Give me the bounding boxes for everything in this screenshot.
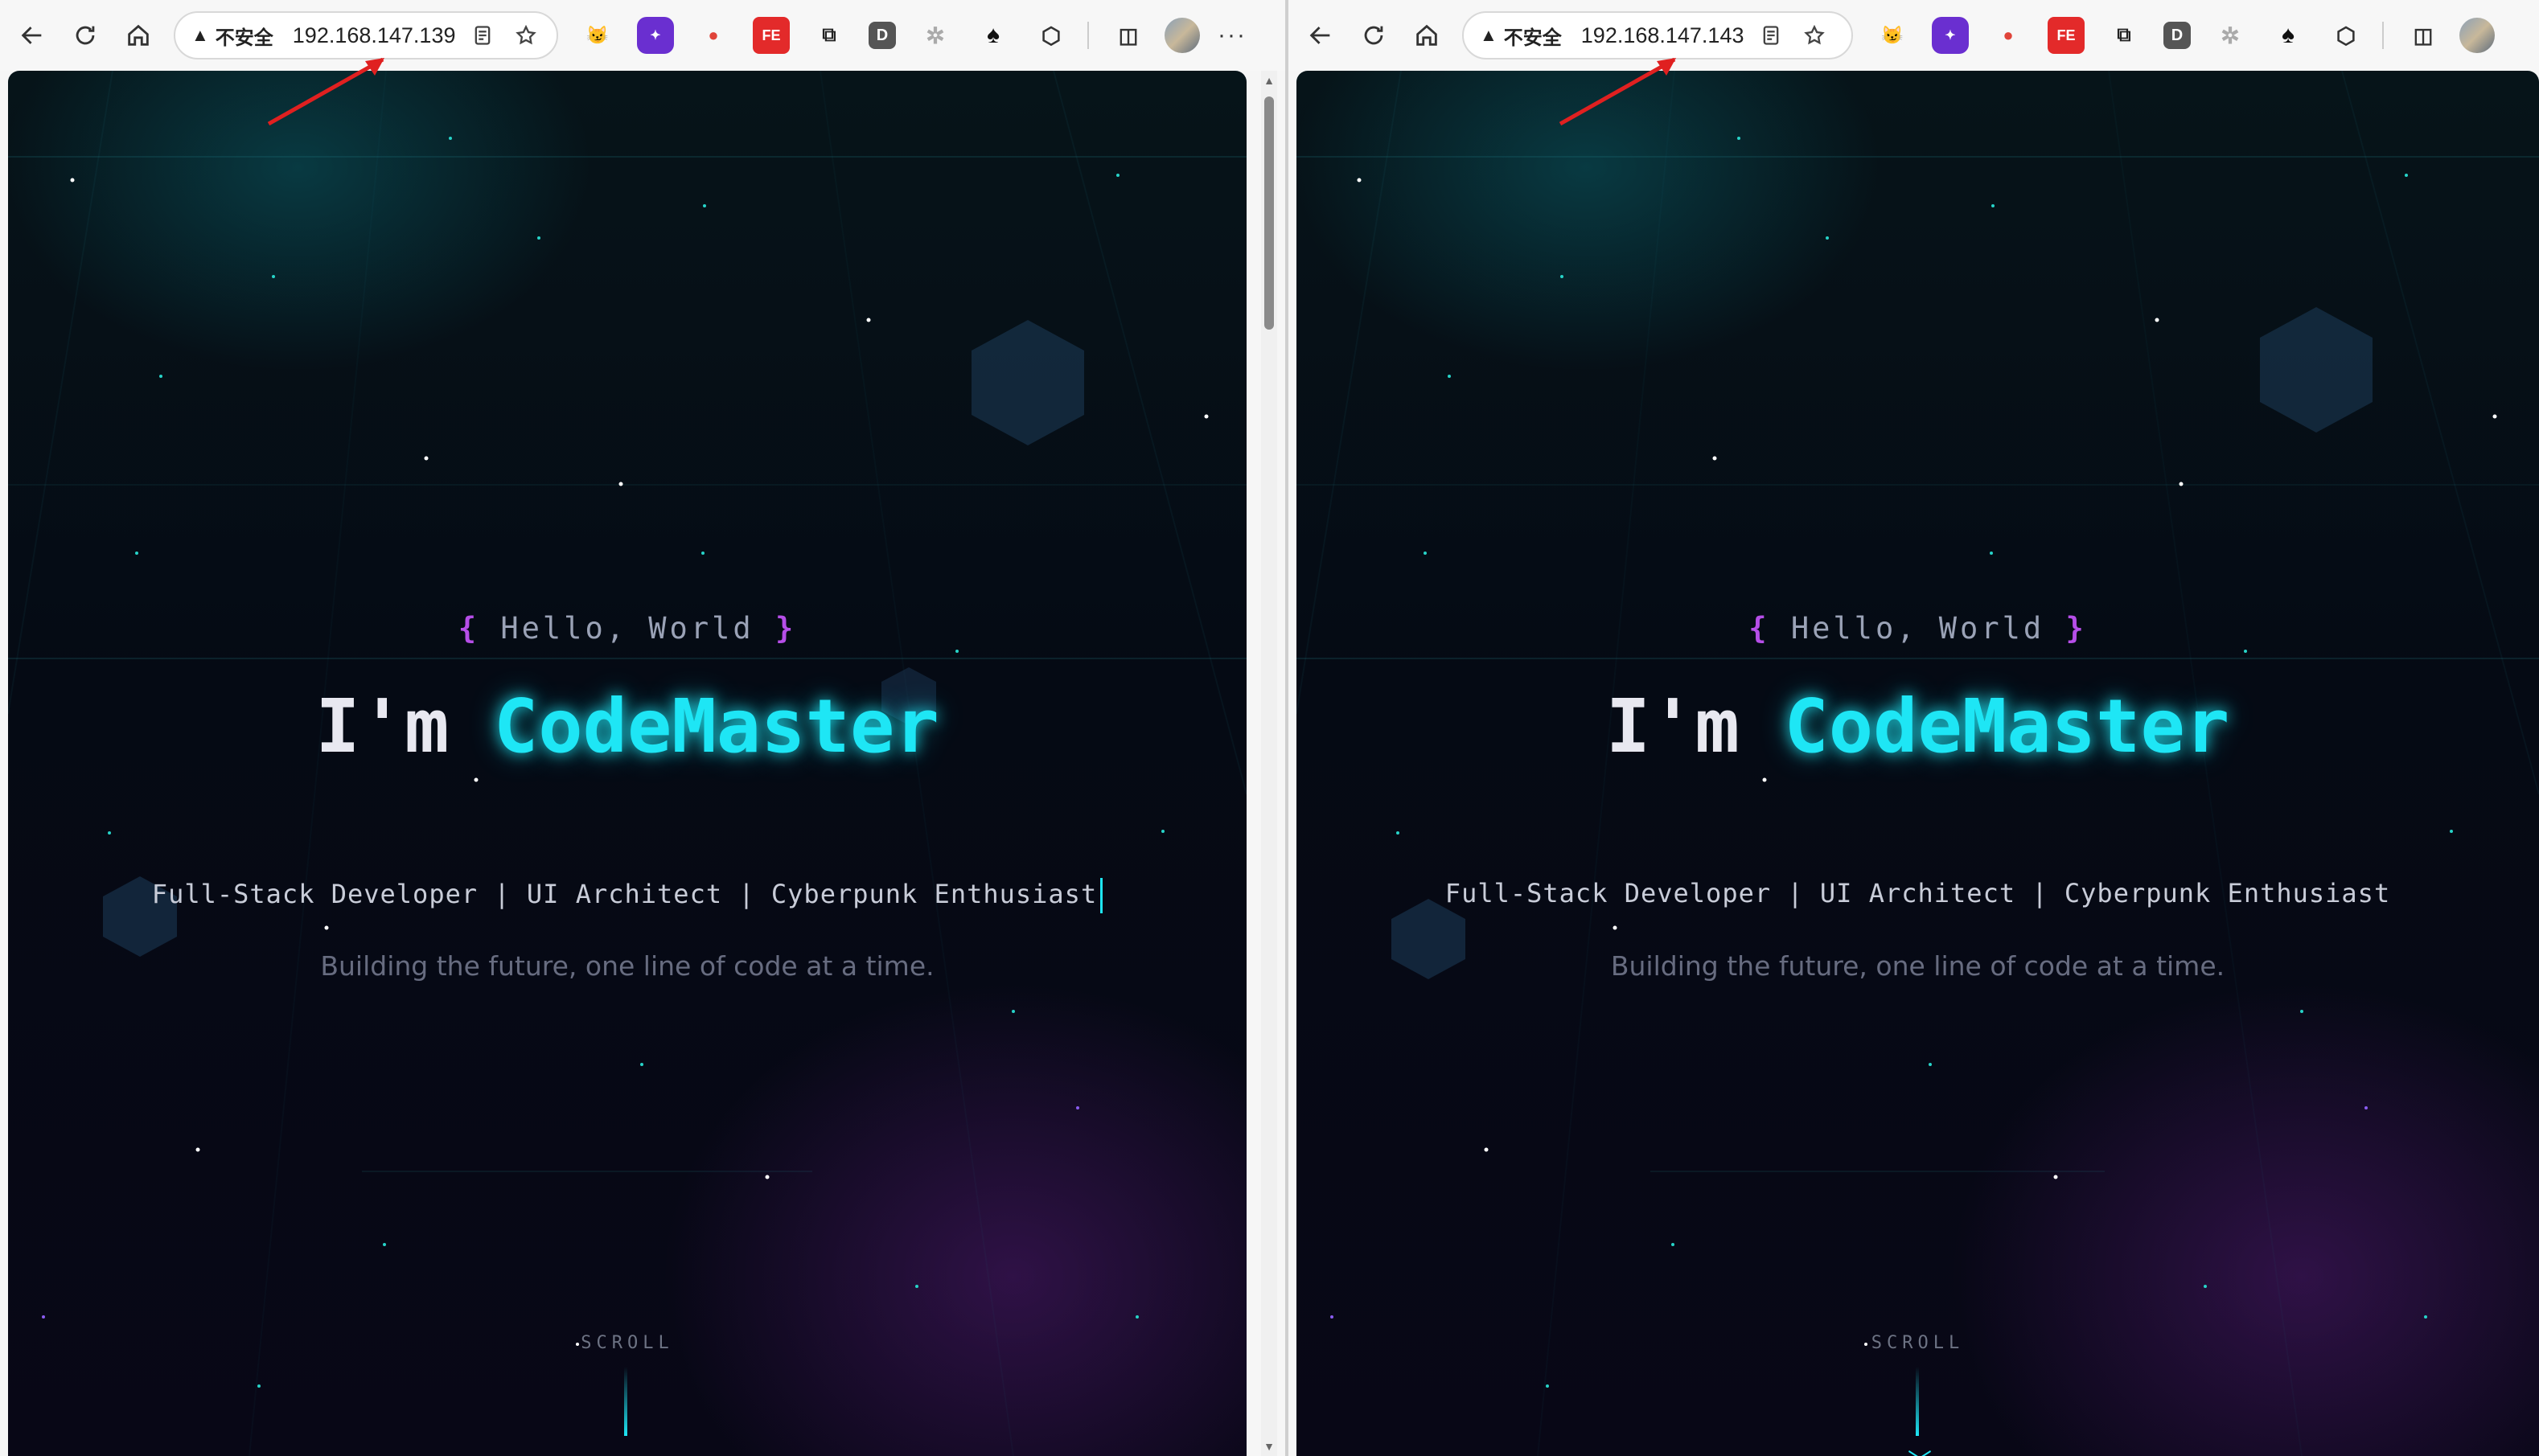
warning-icon: ▲	[1480, 25, 1498, 45]
warning-icon: ▲	[191, 25, 209, 45]
reader-mode-icon[interactable]	[1755, 19, 1787, 51]
d-extension-icon[interactable]: D	[2163, 22, 2191, 49]
spade-extension-icon[interactable]: ♠	[975, 17, 1012, 54]
hero-title: I'm CodeMaster	[1296, 683, 2539, 769]
badge-extension-icon[interactable]: ✦	[637, 17, 674, 54]
tomato-extension-icon[interactable]: ●	[1990, 17, 2027, 54]
star-icon[interactable]	[1798, 19, 1830, 51]
left-browser-window: ▲ 不安全 192.168.147.139 😼 ✦ ● FE ⧉ D ✲ ♠ ⬡…	[0, 0, 1285, 1456]
typing-cursor	[1100, 878, 1103, 913]
roles-line: Full-Stack Developer | UI Architect | Cy…	[8, 878, 1247, 913]
gear-extension-icon[interactable]: ✲	[917, 17, 954, 54]
d-extension-icon[interactable]: D	[869, 22, 896, 49]
scrollbar-thumb[interactable]	[1264, 96, 1274, 330]
greeting-text: Hello, World	[479, 611, 775, 646]
hero-title: I'm CodeMaster	[8, 683, 1247, 769]
page-viewport: { Hello, World } I'm CodeMaster Full-Sta…	[8, 71, 1247, 1456]
reload-icon[interactable]	[64, 14, 106, 56]
tomato-extension-icon[interactable]: ●	[695, 17, 732, 54]
browser-toolbar: ▲ 不安全 192.168.147.139 😼 ✦ ● FE ⧉ D ✲ ♠ ⬡…	[0, 0, 1285, 71]
fe-extension-icon[interactable]: FE	[753, 17, 790, 54]
close-brace: }	[2065, 611, 2087, 646]
toolbar-separator	[2382, 22, 2384, 49]
profile-avatar[interactable]	[2459, 18, 2495, 53]
back-arrow-icon[interactable]	[1300, 14, 1341, 56]
hexagon-decoration	[972, 320, 1084, 445]
page-viewport: { Hello, World } I'm CodeMaster Full-Sta…	[1296, 71, 2539, 1456]
scroll-indicator-line	[624, 1367, 627, 1436]
gear-extension-icon[interactable]: ✲	[2212, 17, 2249, 54]
chevron-down-icon[interactable]: ﹀	[616, 1450, 640, 1456]
puzzle-extension-icon[interactable]: ⬡	[1033, 17, 1070, 54]
greeting-text: Hello, World	[1769, 611, 2066, 646]
chevron-down-icon[interactable]: ﹀	[1908, 1442, 1932, 1456]
home-icon[interactable]	[117, 14, 159, 56]
toolbar-separator	[1087, 22, 1089, 49]
title-prefix: I'm	[315, 683, 494, 769]
scroll-down-arrow-icon[interactable]: ▼	[1263, 1440, 1276, 1453]
scroll-indicator-line	[1916, 1367, 1919, 1436]
split-screen-icon[interactable]: ◫	[2405, 17, 2442, 54]
fe-extension-icon[interactable]: FE	[2048, 17, 2085, 54]
more-menu-icon[interactable]: ···	[1218, 22, 1247, 49]
vertical-scrollbar[interactable]: ▲ ▼	[1261, 71, 1277, 1456]
roles-text: Full-Stack Developer | UI Architect | Cy…	[1444, 878, 2391, 908]
security-label: 不安全	[1503, 27, 1562, 49]
scroll-label[interactable]: SCROLL	[8, 1333, 1247, 1353]
address-bar[interactable]: ▲ 不安全 192.168.147.139	[174, 11, 558, 59]
address-bar[interactable]: ▲ 不安全 192.168.147.143	[1462, 11, 1853, 59]
scroll-label[interactable]: SCROLL	[1296, 1333, 2539, 1353]
split-screen-icon[interactable]: ◫	[1110, 17, 1147, 54]
red-arrow-annotation	[1559, 57, 1676, 126]
puzzle-extension-icon[interactable]: ⬡	[2327, 17, 2364, 54]
hexagon-decoration	[2260, 307, 2373, 433]
cat-extension-icon[interactable]: 😼	[579, 17, 616, 54]
spade-extension-icon[interactable]: ♠	[2270, 17, 2307, 54]
back-arrow-icon[interactable]	[11, 14, 53, 56]
reload-icon[interactable]	[1353, 14, 1395, 56]
roles-line: Full-Stack Developer | UI Architect | Cy…	[1296, 878, 2539, 908]
roles-text: Full-Stack Developer | UI Architect | Cy…	[151, 879, 1098, 909]
close-brace: }	[774, 611, 797, 646]
security-label: 不安全	[215, 27, 273, 49]
greeting: { Hello, World }	[8, 611, 1247, 646]
cat-extension-icon[interactable]: 😼	[1874, 17, 1911, 54]
tagline: Building the future, one line of code at…	[1610, 950, 2225, 982]
tagline: Building the future, one line of code at…	[320, 950, 935, 982]
open-brace: {	[458, 611, 480, 646]
title-name: CodeMaster	[493, 683, 939, 769]
scroll-up-arrow-icon[interactable]: ▲	[1263, 74, 1276, 87]
browser-toolbar: ▲ 不安全 192.168.147.143 😼 ✦ ● FE ⧉ D ✲ ♠ ⬡…	[1288, 0, 2539, 71]
url-text[interactable]: 192.168.147.143	[1581, 23, 1744, 48]
red-arrow-annotation	[267, 57, 384, 126]
home-icon[interactable]	[1406, 14, 1448, 56]
url-text[interactable]: 192.168.147.139	[293, 23, 456, 48]
greeting: { Hello, World }	[1296, 611, 2539, 646]
reader-mode-icon[interactable]	[466, 19, 499, 51]
open-brace: {	[1748, 611, 1770, 646]
title-prefix: I'm	[1605, 683, 1785, 769]
translate-extension-icon[interactable]: ⧉	[2106, 17, 2143, 54]
profile-avatar[interactable]	[1165, 18, 1200, 53]
translate-extension-icon[interactable]: ⧉	[811, 17, 848, 54]
badge-extension-icon[interactable]: ✦	[1932, 17, 1969, 54]
star-icon[interactable]	[510, 19, 542, 51]
right-browser-window: ▲ 不安全 192.168.147.143 😼 ✦ ● FE ⧉ D ✲ ♠ ⬡…	[1288, 0, 2539, 1456]
title-name: CodeMaster	[1784, 683, 2230, 769]
